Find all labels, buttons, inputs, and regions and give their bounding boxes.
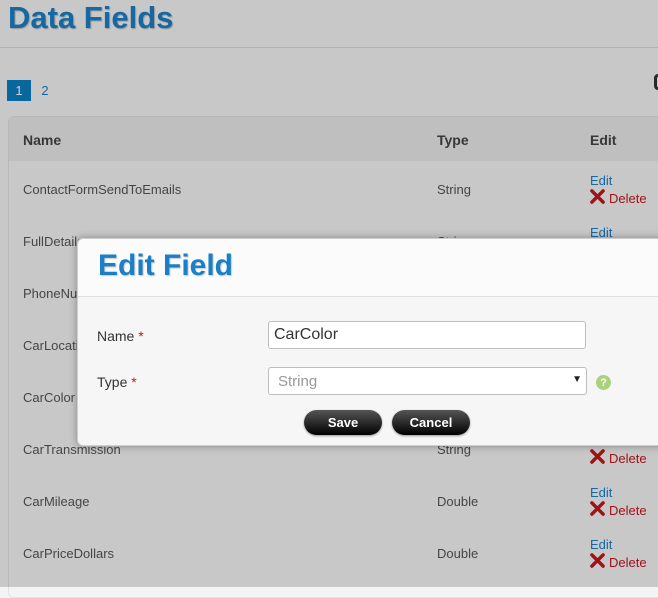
dialog-header: Edit Field [78, 239, 658, 297]
type-label-text: Type [97, 374, 128, 390]
name-field[interactable] [268, 321, 586, 349]
type-select-value: String [278, 373, 318, 390]
type-select[interactable]: String ▼ [268, 367, 587, 395]
cancel-button[interactable]: Cancel [392, 410, 470, 435]
type-field-label: Type * [97, 374, 137, 390]
name-label-text: Name [97, 328, 135, 344]
dialog-title: Edit Field [98, 249, 233, 282]
edit-field-dialog: Edit Field Name * Type * String ▼ ? Save… [77, 238, 658, 446]
help-icon[interactable]: ? [596, 375, 611, 390]
dropdown-arrow-icon: ▼ [572, 374, 582, 385]
save-button[interactable]: Save [304, 410, 382, 435]
name-field-label: Name * [97, 328, 144, 344]
required-marker: * [138, 328, 144, 344]
required-marker: * [131, 374, 137, 390]
